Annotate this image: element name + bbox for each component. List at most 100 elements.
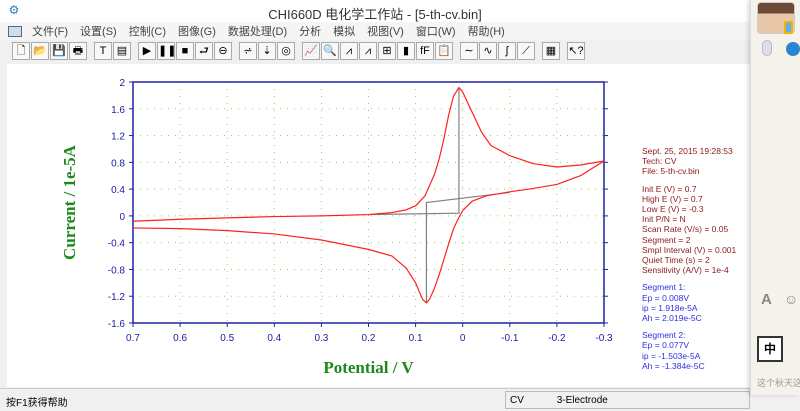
x-tick-label: -0.1	[501, 333, 519, 344]
open-folder-icon[interactable]: 📂	[31, 42, 49, 60]
info-line: Low E (V) = -0.3	[642, 204, 704, 215]
y-tick-label: 0	[119, 212, 125, 223]
menu-item[interactable]: 帮助(H)	[468, 23, 505, 39]
document-menu-icon[interactable]	[8, 25, 22, 37]
peak-blue-icon[interactable]: ⩘	[359, 42, 377, 60]
info-line: Scan Rate (V/s) = 0.05	[642, 224, 729, 235]
table-icon[interactable]: ▦	[542, 42, 560, 60]
title-bar: ⚙ CHI660D 电化学工作站 - [5-th-cv.bin]	[0, 0, 800, 22]
ime-indicator[interactable]: 中	[757, 336, 783, 362]
smooth-icon[interactable]: ∼	[460, 42, 478, 60]
info-line: Sept. 25, 2015 19:28:53	[642, 146, 733, 156]
chat-message-snippet: 这个秋天这	[757, 378, 800, 388]
info-line: Smpl Interval (V) = 0.001	[642, 244, 737, 255]
info-line: Tech: CV	[642, 156, 677, 167]
ir-comp-icon[interactable]: ⊖	[214, 42, 232, 60]
chat-panel: A ☺ 中 这个秋天这	[750, 0, 800, 395]
menu-item[interactable]: 窗口(W)	[416, 23, 456, 39]
menu-item[interactable]: 设置(S)	[80, 23, 117, 39]
parameters-icon[interactable]: ▤	[113, 42, 131, 60]
menu-item[interactable]: 图像(G)	[178, 23, 216, 39]
y-tick-label: 0.4	[111, 185, 125, 196]
menu-item[interactable]: 视图(V)	[367, 23, 404, 39]
status-bar: 按F1获得帮助 CV 3-Electrode	[0, 388, 750, 411]
x-tick-label: 0.2	[362, 333, 376, 344]
text-icon[interactable]: T	[94, 42, 112, 60]
peak-icon[interactable]: ⩘	[340, 42, 358, 60]
cell-control-icon[interactable]: ◎	[277, 42, 295, 60]
mobile-icon	[784, 21, 793, 34]
cv-chart: 0.7 0.6 0.5 0.4 0.3 0.2 0.1 0 -0.1 -0.2 -0.3 2 1.6 1.…	[60, 78, 613, 377]
y-tick-label: 1.2	[111, 132, 125, 143]
plot-area: 0.7 0.6 0.5 0.4 0.3 0.2 0.1 0 -0.1 -0.2 -0.3 2 1.6 1.…	[7, 64, 750, 387]
microphone-icon[interactable]	[762, 40, 772, 56]
run-icon[interactable]: ▶	[138, 42, 156, 60]
info-line: Segment = 2	[642, 234, 691, 245]
font-icon[interactable]: A	[761, 291, 772, 308]
cv-curve-segment-2	[132, 160, 605, 304]
y-tick-label: 2	[119, 78, 125, 89]
y-tick-label: 1.6	[111, 105, 125, 116]
y-tick-label: -1.6	[108, 319, 126, 330]
y-tick-label: -0.8	[108, 265, 126, 276]
x-tick-label: 0.5	[220, 333, 234, 344]
pause-icon[interactable]: ❚❚	[157, 42, 176, 60]
y-axis-label: Current / 1e-5A	[60, 144, 79, 260]
y-tick-label: 0.8	[111, 158, 125, 169]
baseline-icon[interactable]: ⟋	[517, 42, 535, 60]
info-line: Segment 2:	[642, 330, 686, 341]
x-tick-label: 0.1	[409, 333, 423, 344]
y-tick-label: -0.4	[108, 239, 126, 250]
x-tick-label: 0.3	[314, 333, 328, 344]
info-line: Sensitivity (A/V) = 1e-4	[642, 265, 729, 276]
info-line: Segment 1:	[642, 282, 686, 293]
x-axis-label: Potential / V	[323, 358, 414, 377]
menu-item[interactable]: 文件(F)	[32, 23, 68, 39]
integral-icon[interactable]: ∫	[498, 42, 516, 60]
x-tick-label: 0	[460, 333, 466, 344]
experiment-params-icon[interactable]: ⇣	[258, 42, 276, 60]
info-line: ip = 1.918e-5A	[642, 302, 698, 313]
derivative-icon[interactable]: ∿	[479, 42, 497, 60]
menu-item[interactable]: 分析	[299, 23, 321, 39]
emoji-icon[interactable]: ☺	[784, 291, 798, 307]
y-tick-label: -1.2	[108, 292, 126, 303]
x-tick-label: 0.7	[126, 333, 140, 344]
status-help-text: 按F1获得帮助	[6, 398, 68, 409]
new-file-icon[interactable]: 🗋	[12, 42, 30, 60]
info-line: File: 5-th-cv.bin	[642, 166, 700, 177]
info-line: Init P/N = N	[642, 214, 686, 225]
font-icon[interactable]: fF	[416, 42, 434, 60]
status-electrode: 3-Electrode	[556, 395, 608, 406]
print-icon[interactable]: 🖶	[69, 42, 87, 60]
info-line: ip = -1.503e-5A	[642, 350, 701, 361]
color-icon[interactable]: ▮	[397, 42, 415, 60]
peak-baseline	[425, 191, 510, 303]
info-line: Ep = 0.008V	[642, 292, 690, 303]
reverse-icon[interactable]: ⮐	[195, 42, 213, 60]
info-line: Ep = 0.077V	[642, 340, 690, 351]
peak-baseline	[368, 87, 460, 216]
zoom-icon[interactable]: 🔍	[321, 42, 339, 60]
x-tick-label: -0.3	[595, 333, 613, 344]
save-icon[interactable]: 💾	[50, 42, 68, 60]
x-tick-label: -0.2	[548, 333, 566, 344]
camera-icon[interactable]	[786, 42, 800, 56]
menu-item[interactable]: 模拟	[333, 23, 355, 39]
menu-item[interactable]: 控制(C)	[129, 23, 166, 39]
avatar[interactable]	[757, 2, 795, 34]
menu-bar: 文件(F) 设置(S) 控制(C) 图像(G) 数据处理(D) 分析 模拟 视图(V) 窗口(W…	[0, 22, 750, 40]
technique-icon[interactable]: ⩫	[239, 42, 257, 60]
overlay-icon[interactable]: ⊞	[378, 42, 396, 60]
info-line: Quiet Time (s) = 2	[642, 255, 710, 266]
graph-icon[interactable]: 📈	[302, 42, 320, 60]
clipboard-icon[interactable]: 📋	[435, 42, 453, 60]
context-help-icon[interactable]: ↖?	[567, 42, 585, 60]
status-technique: CV	[510, 395, 524, 406]
info-line: Ah = 2.019e-5C	[642, 313, 702, 324]
window-title: CHI660D 电化学工作站 - [5-th-cv.bin]	[268, 7, 482, 22]
menu-item[interactable]: 数据处理(D)	[228, 23, 287, 39]
stop-icon[interactable]: ■	[176, 42, 194, 60]
x-tick-label: 0.6	[173, 333, 187, 344]
experiment-info: Sept. 25, 2015 19:28:53 Tech: CV File: 5-t…	[642, 146, 736, 371]
